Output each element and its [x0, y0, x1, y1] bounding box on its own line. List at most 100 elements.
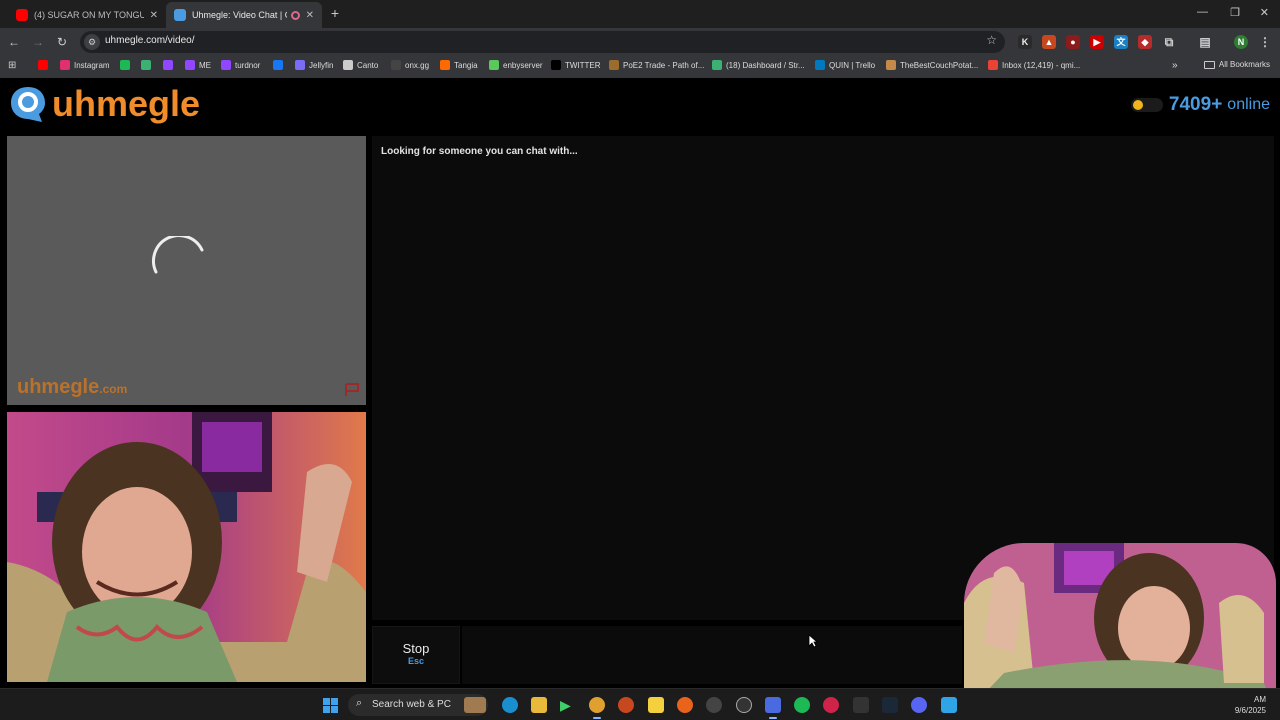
x-icon: [551, 60, 561, 70]
folder-icon: [1203, 60, 1215, 69]
side-panel-icon[interactable]: ▤: [1198, 35, 1212, 49]
bookmark-item[interactable]: [163, 60, 177, 70]
record-extension-icon[interactable]: ●: [1066, 35, 1080, 49]
stop-button[interactable]: Stop Esc: [372, 626, 460, 684]
screen-capture-icon[interactable]: [765, 697, 781, 719]
menu-kebab-icon[interactable]: ⋮: [1258, 35, 1272, 49]
enby-icon: [489, 60, 499, 70]
chat-bubble-icon: [11, 87, 45, 122]
bookmark-item[interactable]: ME: [185, 60, 211, 70]
new-tab-button[interactable]: +: [326, 4, 344, 22]
obs-icon[interactable]: [736, 697, 752, 713]
tab-uhmegle[interactable]: Uhmegle: Video Chat | Ome ✕: [166, 2, 322, 28]
tab-youtube[interactable]: (4) SUGAR ON MY TONGUE - Y ✕: [8, 2, 166, 28]
bookmark-item[interactable]: Canto: [343, 60, 378, 70]
all-bookmarks-label: All Bookmarks: [1218, 60, 1270, 69]
report-flag-icon[interactable]: [344, 383, 360, 397]
close-icon[interactable]: ✕: [150, 10, 158, 21]
bookmark-item[interactable]: PoE2 Trade - Path of...: [609, 60, 704, 70]
restore-icon[interactable]: ❐: [1230, 6, 1240, 19]
epic-games-icon[interactable]: [853, 697, 869, 713]
record-icon[interactable]: [823, 697, 839, 713]
app-icon: [141, 60, 151, 70]
loading-spinner-icon: [152, 236, 204, 274]
uhmegle-watermark: uhmegle.com: [17, 376, 127, 399]
search-icon: ⌕: [356, 697, 363, 709]
all-bookmarks-button[interactable]: All Bookmarks: [1203, 60, 1270, 69]
bookmark-item[interactable]: TheBestCouchPotat...: [886, 60, 978, 70]
extensions-puzzle-icon[interactable]: ⧉: [1162, 35, 1176, 49]
bookmark-item[interactable]: Instagram: [60, 60, 110, 70]
tab-title: (4) SUGAR ON MY TONGUE - Y: [34, 10, 144, 20]
bookmark-item[interactable]: [38, 60, 52, 70]
site-info-icon[interactable]: ⚙: [84, 34, 100, 50]
widgets-icon[interactable]: [464, 697, 486, 713]
fox-extension-icon[interactable]: ▲: [1042, 35, 1056, 49]
onx-icon: [391, 60, 401, 70]
windows-start-icon[interactable]: [323, 698, 338, 713]
chrome-icon[interactable]: [589, 697, 605, 719]
online-count: 7409+: [1168, 94, 1223, 115]
k-extension-icon[interactable]: K: [1018, 35, 1032, 49]
youtube-icon: [16, 9, 28, 21]
bookmark-item[interactable]: QUIN | Trello: [815, 60, 875, 70]
bookmark-label: ME: [199, 60, 211, 70]
close-icon[interactable]: ✕: [306, 10, 314, 21]
theme-toggle[interactable]: [1130, 98, 1163, 112]
discord-icon[interactable]: [911, 697, 927, 713]
address-bar[interactable]: ⚙ uhmegle.com/video/ ☆: [80, 31, 1005, 53]
bookmark-item[interactable]: [120, 60, 134, 70]
tab-title: Uhmegle: Video Chat | Ome: [192, 10, 287, 20]
self-video: [7, 412, 366, 682]
bookmark-item[interactable]: (18) Dashboard / Str...: [712, 60, 805, 70]
bookmark-label: QUIN | Trello: [829, 60, 876, 70]
notepad-icon[interactable]: [941, 697, 957, 713]
bookmark-item[interactable]: TWITTER: [551, 60, 601, 70]
bookmark-star-icon[interactable]: ☆: [986, 33, 997, 47]
close-window-icon[interactable]: ✕: [1260, 6, 1269, 19]
spotify-icon[interactable]: [794, 697, 810, 713]
bookmark-item[interactable]: Tangia: [440, 60, 478, 70]
sticky-notes-icon[interactable]: [648, 697, 664, 713]
clock-time: AM: [1254, 695, 1266, 704]
bookmark-item[interactable]: onx.gg: [391, 60, 429, 70]
message-input[interactable]: [462, 626, 962, 684]
system-clock[interactable]: AM 9/6/2025: [1235, 694, 1266, 716]
reload-button[interactable]: ↻: [54, 34, 70, 50]
bookmark-item[interactable]: [141, 60, 155, 70]
bookmark-item[interactable]: turdnor: [221, 60, 260, 70]
bookmark-label: Tangia: [454, 60, 478, 70]
instagram-icon: [60, 60, 70, 70]
youtube-extension-icon[interactable]: ▶: [1090, 35, 1104, 49]
app-icon[interactable]: [706, 697, 722, 713]
windows-taskbar: ⌕ Search web & PC ▶ AM 9/6/2025: [0, 688, 1280, 720]
url-text: uhmegle.com/video/: [105, 35, 195, 46]
tab-bar: (4) SUGAR ON MY TONGUE - Y ✕ Uhmegle: Vi…: [0, 0, 1280, 28]
site-logo[interactable]: uhmegle: [8, 84, 200, 124]
apps-grid-icon[interactable]: ⊞: [8, 60, 16, 71]
profile-avatar[interactable]: N: [1234, 35, 1248, 49]
potato-icon: [886, 60, 896, 70]
bookmark-label: PoE2 Trade - Path of...: [623, 60, 705, 70]
shield-extension-icon[interactable]: ◆: [1138, 35, 1152, 49]
bookmark-item[interactable]: Inbox (12,419) - qmi...: [988, 60, 1080, 70]
firefox-icon[interactable]: [677, 697, 693, 713]
tangia-icon: [440, 60, 450, 70]
more-bookmarks-icon[interactable]: »: [1172, 60, 1178, 71]
bookmark-item[interactable]: Jellyfin: [295, 60, 333, 70]
twitch-icon: [163, 60, 173, 70]
brave-icon[interactable]: [618, 697, 634, 713]
spotify-icon: [120, 60, 130, 70]
edge-icon[interactable]: [502, 697, 518, 713]
bookmark-label: Instagram: [74, 60, 110, 70]
bookmark-item[interactable]: enbyserver: [489, 60, 543, 70]
play-icon[interactable]: ▶: [560, 697, 576, 713]
file-explorer-icon[interactable]: [531, 697, 547, 713]
back-button[interactable]: ←: [6, 34, 22, 50]
status-message: Looking for someone you can chat with...: [381, 146, 578, 157]
bookmark-item[interactable]: [273, 60, 287, 70]
forward-button[interactable]: →: [30, 34, 46, 50]
minimize-icon[interactable]: —: [1197, 6, 1208, 18]
steam-icon[interactable]: [882, 697, 898, 713]
translate-extension-icon[interactable]: 文: [1114, 35, 1128, 49]
